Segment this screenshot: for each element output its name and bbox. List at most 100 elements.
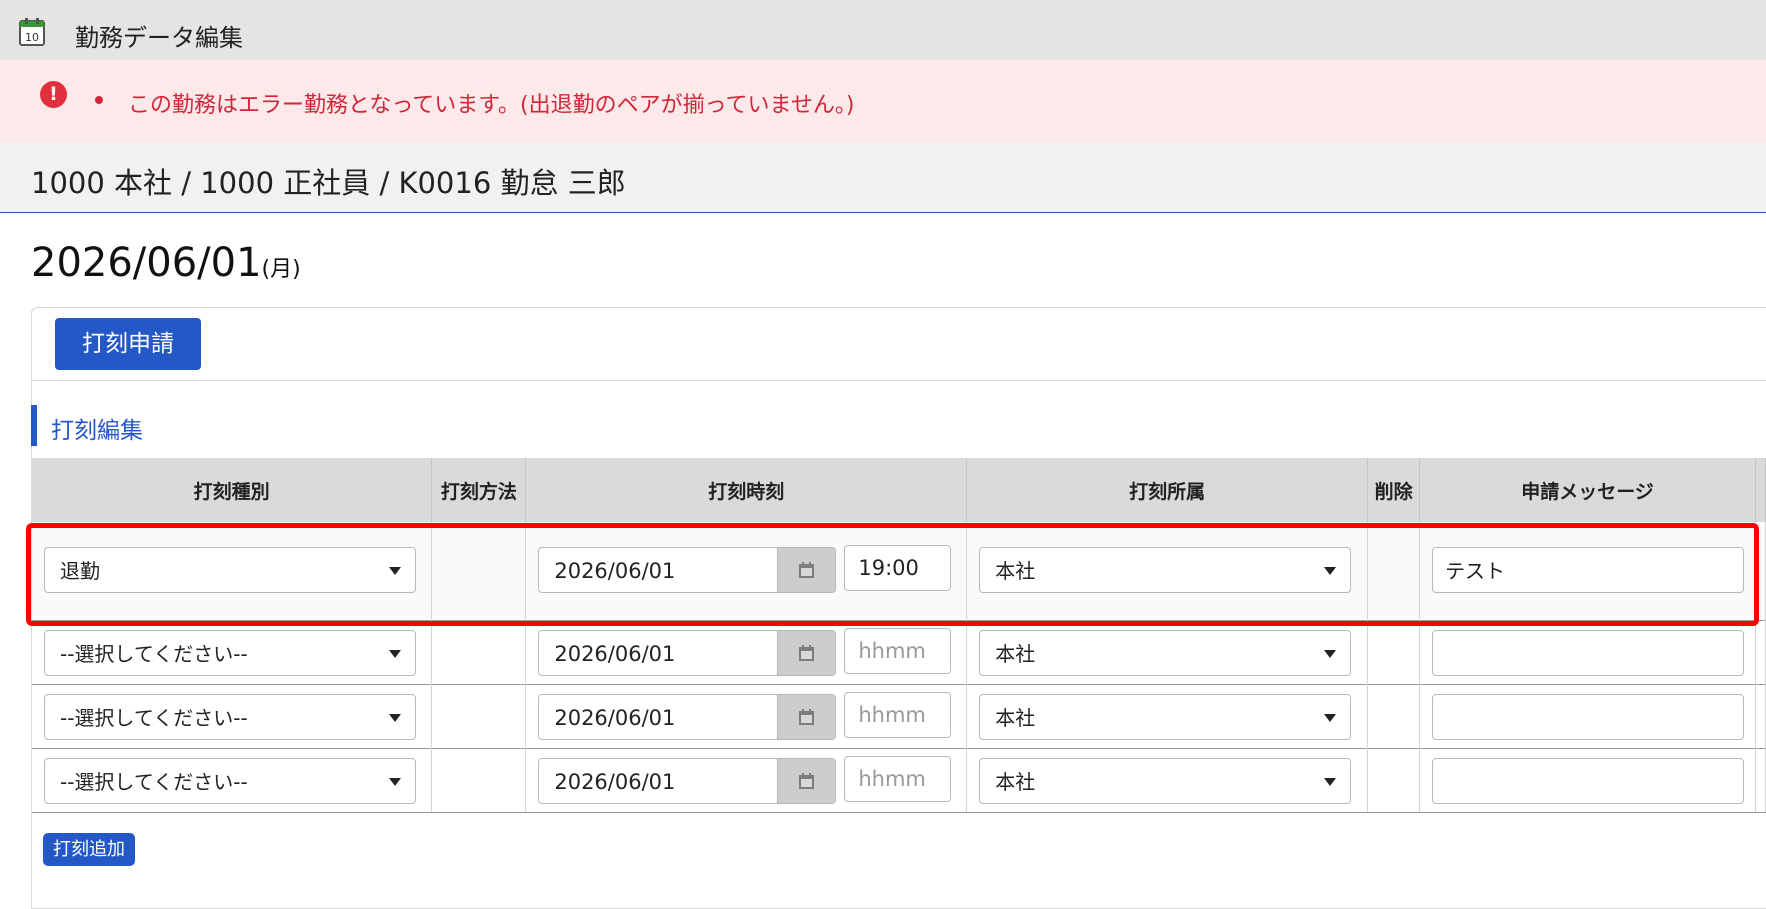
table-row: --選択してください-- 2026/06/01 hhmm 本社 (32, 620, 1766, 685)
chevron-down-icon (389, 567, 401, 575)
chevron-down-icon (1324, 567, 1337, 575)
message-input[interactable] (1432, 630, 1745, 676)
section-title: 打刻編集 (51, 418, 143, 444)
table-header-row: 打刻種別 打刻方法 打刻時刻 打刻所属 削除 申請メッセージ (32, 458, 1766, 522)
method-cell (431, 620, 527, 685)
time-cell: 2026/06/01 19:00 (525, 522, 968, 621)
date-text: 2026/06/01 (554, 706, 676, 730)
col-punch-time: 打刻時刻 (525, 458, 968, 522)
weekday: (月) (261, 257, 301, 282)
time-cell: 2026/06/01 hhmm (525, 620, 968, 685)
delete-cell (1367, 620, 1421, 685)
affiliation-cell: 本社 (966, 748, 1369, 813)
table-row: --選択してください-- 2026/06/01 hhmm 本社 (32, 748, 1766, 813)
time-input[interactable]: hhmm (844, 628, 952, 674)
type-cell: --選択してください-- (32, 620, 433, 685)
bullet-point (95, 96, 103, 104)
table-row: --選択してください-- 2026/06/01 hhmm 本社 (32, 684, 1766, 749)
select-value: --選択してください-- (60, 770, 248, 794)
select-value: 退勤 (60, 559, 100, 583)
work-date: 2026/06/01(月) (31, 240, 301, 286)
chevron-down-icon (389, 714, 401, 722)
select-value: 本社 (995, 706, 1036, 730)
section-accent (31, 405, 37, 446)
message-cell (1419, 748, 1756, 813)
affiliation-cell: 本社 (966, 620, 1369, 685)
affiliation-cell: 本社 (966, 684, 1369, 749)
date-input[interactable]: 2026/06/01 (538, 547, 837, 593)
affiliation-cell: 本社 (966, 522, 1369, 621)
calendar-icon (799, 645, 815, 661)
add-punch-button[interactable]: 打刻追加 (43, 833, 135, 866)
affiliation-select[interactable]: 本社 (979, 547, 1352, 593)
apply-punch-button[interactable]: 打刻申請 (55, 318, 201, 370)
delete-cell (1367, 748, 1421, 813)
calendar-icon: 10 (19, 18, 45, 46)
page-title: 勤務データ編集 (75, 24, 243, 52)
method-cell (431, 684, 527, 749)
table-row: 退勤 2026/06/01 19:00 本社 テスト (32, 522, 1766, 621)
method-cell (431, 748, 527, 813)
date-text: 2026/06/01 (554, 642, 676, 666)
col-extra (1755, 458, 1766, 522)
message-cell (1419, 620, 1756, 685)
type-cell: 退勤 (32, 522, 433, 621)
date-input[interactable]: 2026/06/01 (538, 694, 837, 740)
chevron-down-icon (1324, 650, 1337, 658)
divider (32, 380, 1766, 381)
delete-cell (1367, 684, 1421, 749)
date-text: 2026/06/01 (554, 770, 676, 794)
employee-info: 1000 本社 / 1000 正社員 / K0016 勤怠 三郎 (31, 166, 626, 200)
calendar-icon (799, 773, 815, 789)
date-picker-button[interactable] (777, 631, 836, 675)
date-picker-button[interactable] (777, 548, 836, 592)
chevron-down-icon (1324, 778, 1337, 786)
date-picker-button[interactable] (777, 695, 836, 739)
time-input[interactable]: 19:00 (844, 545, 952, 591)
col-delete: 削除 (1367, 458, 1421, 522)
col-message: 申請メッセージ (1419, 458, 1756, 522)
date-input[interactable]: 2026/06/01 (538, 758, 837, 804)
select-value: 本社 (995, 559, 1036, 583)
error-icon: ! (40, 81, 67, 108)
type-cell: --選択してください-- (32, 684, 433, 749)
date-input[interactable]: 2026/06/01 (538, 630, 837, 676)
select-value: --選択してください-- (60, 706, 248, 730)
svg-text:10: 10 (25, 31, 39, 44)
select-value: --選択してください-- (60, 642, 248, 666)
message-input[interactable] (1432, 758, 1745, 804)
method-cell (431, 522, 527, 621)
col-affiliation: 打刻所属 (966, 458, 1369, 522)
message-cell: テスト (1419, 522, 1756, 621)
punch-type-select[interactable]: --選択してください-- (44, 630, 416, 676)
affiliation-select[interactable]: 本社 (979, 694, 1352, 740)
col-punch-method: 打刻方法 (431, 458, 527, 522)
calendar-icon (799, 562, 815, 578)
col-punch-type: 打刻種別 (32, 458, 433, 522)
punch-type-select[interactable]: --選択してください-- (44, 694, 416, 740)
chevron-down-icon (389, 778, 401, 786)
time-input[interactable]: hhmm (844, 692, 952, 738)
time-input[interactable]: hhmm (844, 756, 952, 802)
punch-type-select[interactable]: 退勤 (44, 547, 416, 593)
select-value: 本社 (995, 642, 1036, 666)
affiliation-select[interactable]: 本社 (979, 758, 1352, 804)
chevron-down-icon (389, 650, 401, 658)
date-text: 2026/06/01 (554, 559, 676, 583)
date-picker-button[interactable] (777, 759, 836, 803)
message-cell (1419, 684, 1756, 749)
punch-table: 打刻種別 打刻方法 打刻時刻 打刻所属 削除 申請メッセージ 退勤 2026/0… (32, 458, 1766, 813)
affiliation-select[interactable]: 本社 (979, 630, 1352, 676)
message-input[interactable]: テスト (1432, 547, 1745, 593)
type-cell: --選択してください-- (32, 748, 433, 813)
page-header: 10 勤務データ編集 (0, 0, 1766, 60)
time-cell: 2026/06/01 hhmm (525, 748, 968, 813)
message-input[interactable] (1432, 694, 1745, 740)
punch-type-select[interactable]: --選択してください-- (44, 758, 416, 804)
chevron-down-icon (1324, 714, 1337, 722)
employee-bar: 1000 本社 / 1000 正社員 / K0016 勤怠 三郎 (0, 142, 1766, 213)
calendar-icon (799, 709, 815, 725)
error-message: この勤務はエラー勤務となっています。(出退勤のペアが揃っていません。) (128, 93, 855, 118)
error-alert: ! この勤務はエラー勤務となっています。(出退勤のペアが揃っていません。) (0, 60, 1766, 142)
time-cell: 2026/06/01 hhmm (525, 684, 968, 749)
